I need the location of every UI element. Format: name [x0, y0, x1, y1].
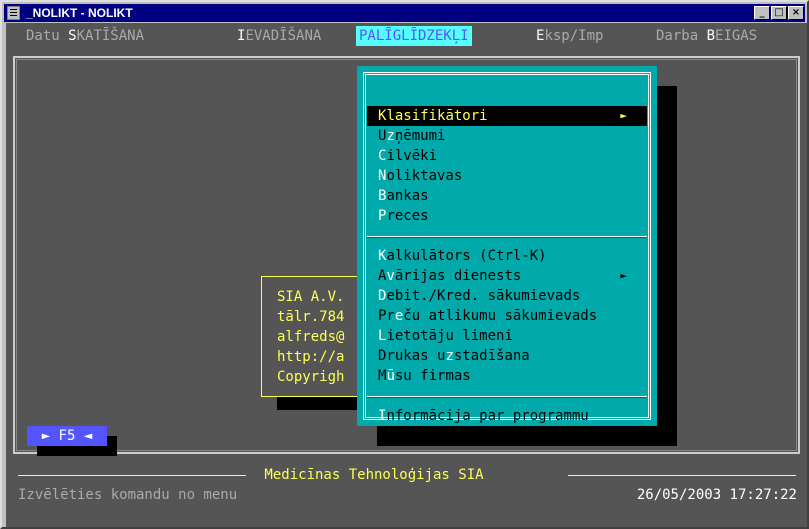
item-label: ču atlikumu sākumievads	[403, 308, 598, 324]
title-bar[interactable]: _NOLIKT - NOLIKT _ □ ×	[4, 4, 805, 22]
item-hotkey: ū	[386, 368, 395, 384]
item-label: stadīšana	[453, 348, 530, 364]
item-label: ankas	[386, 188, 429, 204]
menu-eksp-imp[interactable]: Eksp/Imp	[533, 26, 606, 46]
menu-label: KATĪŠANA	[76, 28, 145, 44]
item-label: su firmas	[394, 368, 471, 384]
status-rule-left	[18, 475, 246, 476]
menu-item-cilveki[interactable]: Cilvēki	[367, 146, 647, 166]
app-window: _NOLIKT - NOLIKT _ □ × Datu SKATĪŠANA IE…	[0, 0, 809, 529]
date-time: 26/05/2003 17:27:22	[636, 487, 797, 503]
info-line: SIA A.V.	[277, 289, 345, 305]
submenu-arrow-icon: ►	[620, 109, 627, 122]
menu-label: EIGAS	[715, 28, 758, 44]
menu-hotkey: S	[68, 28, 77, 44]
info-line: http://a	[277, 349, 345, 365]
close-button[interactable]: ×	[788, 6, 804, 20]
menu-paliglidzekli[interactable]: PALĪGLĪDZEKĻI	[356, 26, 472, 46]
company-name: Medicīnas Tehnoloģijas SIA	[256, 467, 493, 483]
menu-item-precu-atlikumu[interactable]: Preču atlikumu sākumievads	[367, 306, 647, 326]
item-label: oliktavas	[386, 168, 463, 184]
f5-button[interactable]: ► F5 ◄	[27, 426, 107, 446]
main-menu-bar: Datu SKATĪŠANA IEVADĪŠANA PALĪGLĪDZEKĻI …	[6, 26, 807, 46]
paliglidzekli-dropdown: Klasifikātori ► Uzņēmumi Cilvēki Noliktav…	[357, 66, 657, 426]
item-hotkey: z	[445, 348, 454, 364]
menu-item-informacija[interactable]: Informācija par programmu	[367, 406, 647, 426]
menu-label: Darba	[656, 28, 707, 44]
menu-label: PALĪGLĪDZEKĻI	[359, 28, 469, 44]
item-label: ebit./Kred. sākumievads	[386, 288, 581, 304]
menu-darba-beigas[interactable]: Darba BEIGAS	[653, 26, 760, 46]
item-label: ilvēki	[386, 148, 438, 164]
menu-label: Datu	[26, 28, 69, 44]
menu-item-bankas[interactable]: Bankas	[367, 186, 647, 206]
item-label: ņēmumi	[394, 128, 446, 144]
item-label: Pr	[378, 308, 395, 324]
menu-item-musu-firmas[interactable]: Mūsu firmas	[367, 366, 647, 386]
item-label: ietotāju limeni	[386, 328, 513, 344]
menu-item-noliktavas[interactable]: Noliktavas	[367, 166, 647, 186]
menu-label: EVADĪŠANA	[245, 28, 322, 44]
item-hotkey: z	[386, 128, 395, 144]
item-label: lasifikātori	[386, 108, 488, 124]
info-line: alfreds@	[277, 329, 345, 345]
bottom-status-bar: Izvēlēties komandu no menu 26/05/2003 17…	[6, 485, 807, 505]
item-label: ārijas dienests	[394, 268, 522, 284]
info-line: tālr.784	[277, 309, 345, 325]
item-label: Drukas u	[378, 348, 446, 364]
item-label: nformācija par programmu	[386, 408, 589, 424]
menu-item-drukas-uzstadisana[interactable]: Drukas uzstadīšana	[367, 346, 647, 366]
menu-item-kalkulators[interactable]: Kalkulātors (Ctrl-K)	[367, 246, 647, 266]
maximize-button[interactable]: □	[771, 6, 787, 20]
item-label: reces	[386, 208, 429, 224]
menu-item-lietotaju-limeni[interactable]: Lietotāju limeni	[367, 326, 647, 346]
company-status-line: Medicīnas Tehnoloģijas SIA	[6, 465, 807, 485]
menu-separator	[367, 236, 647, 238]
window-title: _NOLIKT - NOLIKT	[26, 6, 133, 20]
menu-hotkey: B	[706, 28, 716, 44]
menu-item-preces[interactable]: Preces	[367, 206, 647, 226]
minimize-button[interactable]: _	[754, 6, 770, 20]
system-menu-icon[interactable]	[7, 6, 20, 20]
item-label: alkulātors (Ctrl-K)	[386, 248, 547, 264]
menu-item-avarijas-dienests[interactable]: Avārijas dienests ►	[367, 266, 647, 286]
menu-item-debit-kred[interactable]: Debit./Kred. sākumievads	[367, 286, 647, 306]
submenu-arrow-icon: ►	[620, 269, 627, 282]
menu-ievadisana[interactable]: IEVADĪŠANA	[234, 26, 324, 46]
menu-item-uznemumi[interactable]: Uzņēmumi	[367, 126, 647, 146]
info-line: Copyrigh	[277, 369, 345, 385]
menu-item-klasifikatori[interactable]: Klasifikātori ►	[367, 106, 647, 126]
status-rule-right	[568, 475, 796, 476]
console-screen: Datu SKATĪŠANA IEVADĪŠANA PALĪGLĪDZEKĻI …	[6, 23, 807, 527]
item-hotkey: v	[386, 268, 395, 284]
command-hint: Izvēlēties komandu no menu	[18, 487, 238, 503]
menu-separator	[367, 396, 647, 398]
menu-datu-skatisana[interactable]: Datu SKATĪŠANA	[23, 26, 147, 46]
menu-label: ksp/Imp	[544, 28, 604, 44]
